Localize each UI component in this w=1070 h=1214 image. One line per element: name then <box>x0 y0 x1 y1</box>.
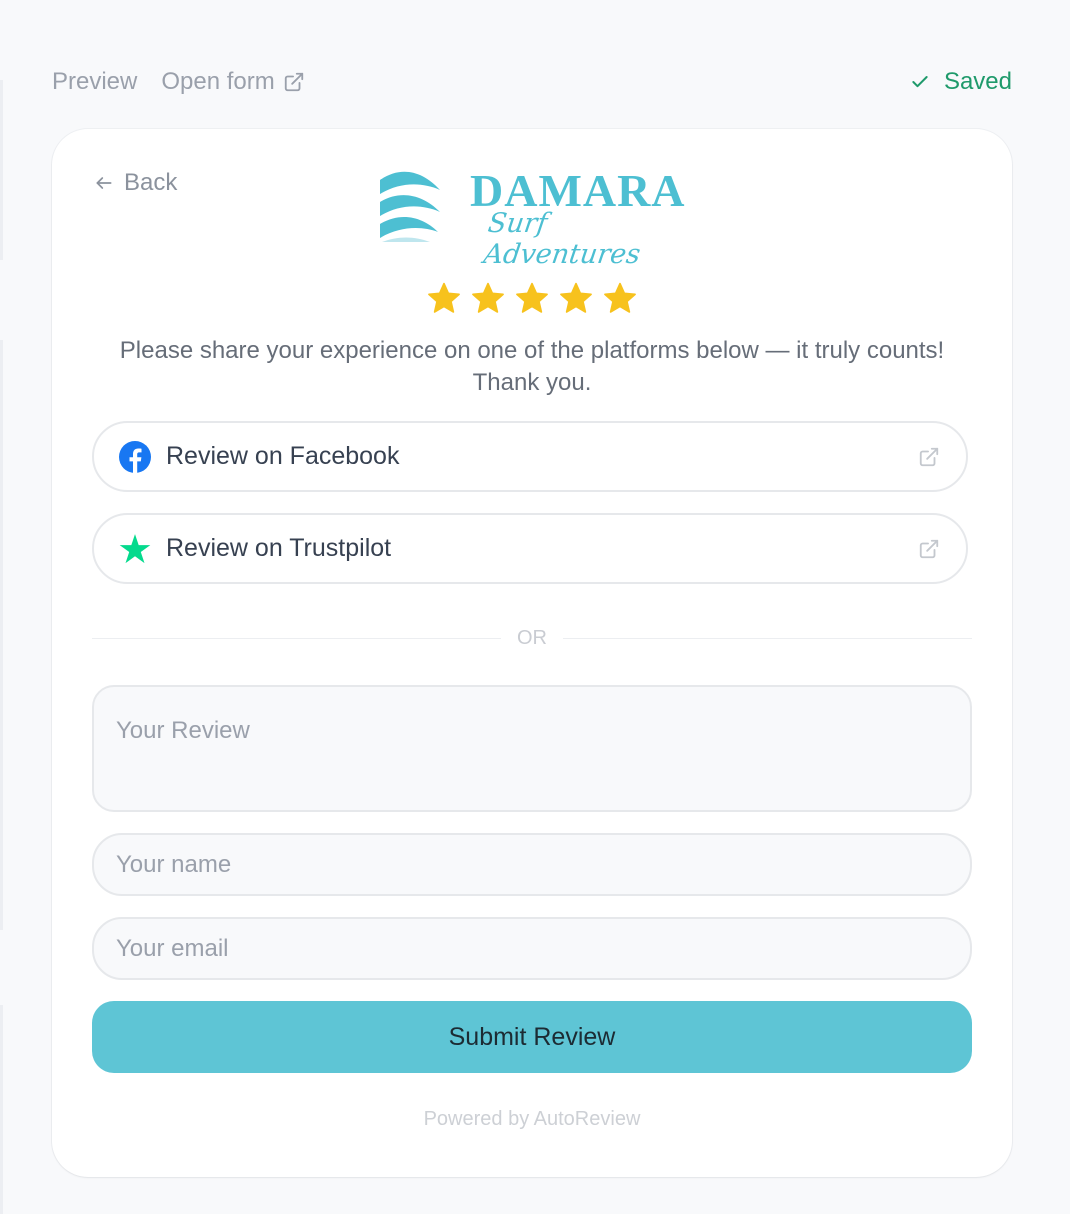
star-icon[interactable] <box>514 281 550 317</box>
saved-status: Saved <box>910 68 1012 96</box>
preview-label: Preview <box>52 68 138 95</box>
brand-logo: DAMARA Surf Adventures <box>378 165 694 270</box>
saved-label: Saved <box>943 68 1012 95</box>
left-edge-strip <box>0 80 3 260</box>
star-icon[interactable] <box>470 281 506 317</box>
wave-logo-icon <box>380 171 440 242</box>
top-bar: Preview Open form Saved <box>52 62 1012 102</box>
trustpilot-label: Review on Trustpilot <box>166 534 392 562</box>
review-on-facebook-button[interactable]: Review on Facebook <box>92 421 968 492</box>
star-icon[interactable] <box>558 281 594 317</box>
back-label: Back <box>124 169 178 196</box>
arrow-left-icon <box>96 177 112 189</box>
star-rating[interactable] <box>52 281 1012 317</box>
star-icon[interactable] <box>602 281 638 317</box>
or-label: OR <box>517 626 547 649</box>
left-edge-strip <box>0 1005 3 1214</box>
logo-subtitle: Surf Adventures <box>481 208 643 270</box>
or-divider: OR <box>92 623 972 653</box>
review-textarea[interactable] <box>92 685 972 812</box>
trustpilot-star-icon <box>118 532 152 566</box>
open-form-label: Open form <box>161 68 275 95</box>
review-form-card: Back DAMARA Surf Adventures Please share… <box>52 129 1012 1177</box>
submit-review-button[interactable]: Submit Review <box>92 1001 972 1073</box>
external-link-icon <box>284 72 303 92</box>
left-edge-strip <box>0 340 3 930</box>
star-icon[interactable] <box>426 281 462 317</box>
review-on-trustpilot-button[interactable]: Review on Trustpilot <box>92 513 968 584</box>
preview-tab[interactable]: Preview <box>52 68 137 96</box>
email-input[interactable] <box>92 917 972 980</box>
external-link-icon <box>919 447 939 466</box>
name-input[interactable] <box>92 833 972 896</box>
back-button[interactable]: Back <box>94 169 177 197</box>
check-icon <box>912 76 928 88</box>
external-link-icon <box>919 539 939 558</box>
open-form-link[interactable]: Open form <box>161 68 304 96</box>
review-message: Please share your experience on one of t… <box>119 337 945 396</box>
divider-line <box>92 637 501 639</box>
facebook-icon <box>118 440 152 474</box>
powered-by-footer: Powered by AutoReview <box>423 1108 641 1130</box>
facebook-label: Review on Facebook <box>166 442 400 470</box>
divider-line <box>563 637 972 639</box>
